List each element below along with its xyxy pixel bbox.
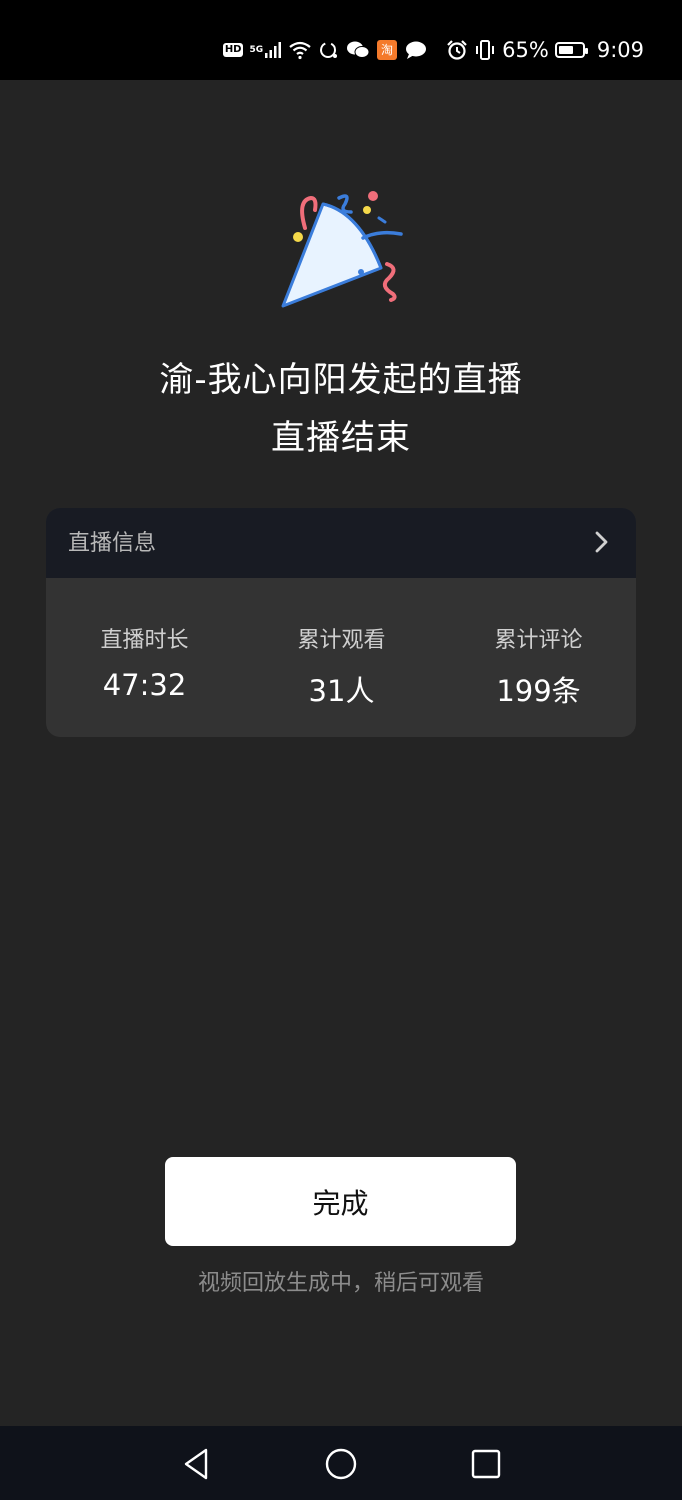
page-subtitle: 直播结束	[271, 418, 411, 458]
network-type: 5G	[249, 45, 264, 55]
clock: 9:09	[596, 38, 644, 62]
stat-label: 直播时长	[100, 628, 189, 653]
done-button[interactable]: 完成	[165, 1157, 516, 1246]
page-title: 渝-我心向阳发起的直播	[159, 360, 523, 400]
sync-icon	[318, 40, 340, 60]
replay-hint: 视频回放生成中，稍后可观看	[197, 1271, 484, 1296]
stat-label: 累计观看	[297, 628, 386, 653]
stats-row: 直播时长 47:32 累计观看 31人 累计评论 199条	[46, 578, 636, 737]
home-icon[interactable]	[321, 1444, 361, 1484]
wechat-icon	[346, 40, 370, 60]
wifi-icon	[288, 40, 312, 60]
taobao-icon: 淘	[376, 39, 398, 61]
live-info-label: 直播信息	[68, 531, 157, 556]
recents-icon[interactable]	[466, 1444, 506, 1484]
message-icon	[404, 40, 428, 60]
alarm-icon	[446, 39, 468, 61]
stat-value: 47:32	[102, 668, 187, 702]
live-info-header[interactable]: 直播信息	[46, 508, 636, 578]
hd-icon: HD	[222, 43, 244, 57]
stat-value: 199条	[496, 674, 581, 708]
stat-comments: 累计评论 199条	[440, 578, 636, 710]
navigation-bar	[0, 1426, 682, 1500]
status-bar: HD 5G 淘 65% 9:09	[0, 0, 682, 80]
vibrate-icon	[474, 39, 496, 61]
back-icon[interactable]	[176, 1444, 216, 1484]
signal-icon: 5G	[249, 41, 282, 59]
battery-icon	[554, 42, 588, 58]
stat-duration: 直播时长 47:32	[46, 578, 243, 702]
live-info-card: 直播信息 直播时长 47:32 累计观看 31人 累计评论 199条	[46, 508, 636, 737]
chevron-right-icon[interactable]	[592, 529, 612, 555]
party-popper-icon	[281, 191, 403, 308]
stat-viewers: 累计观看 31人	[243, 578, 440, 710]
status-icons: HD 5G 淘 65% 9:09	[222, 0, 644, 100]
svg-text:淘: 淘	[381, 43, 393, 57]
stat-label: 累计评论	[494, 628, 583, 653]
battery-percent: 65%	[502, 38, 549, 62]
stat-value: 31人	[308, 674, 375, 708]
